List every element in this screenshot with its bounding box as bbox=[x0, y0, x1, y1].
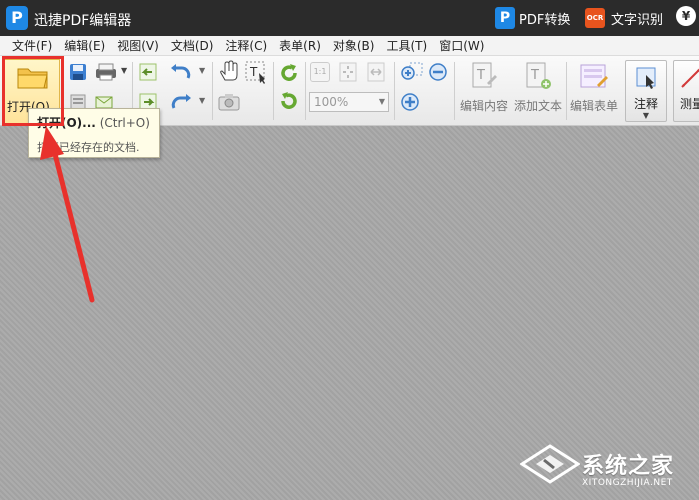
watermark: 系统之家 XITONGZHIJIA.NET bbox=[520, 440, 696, 494]
watermark-text: 系统之家 bbox=[582, 454, 675, 479]
watermark-subtext: XITONGZHIJIA.NET bbox=[582, 478, 673, 488]
red-arrow-annotation bbox=[40, 126, 95, 303]
watermark-logo-icon bbox=[520, 444, 580, 484]
